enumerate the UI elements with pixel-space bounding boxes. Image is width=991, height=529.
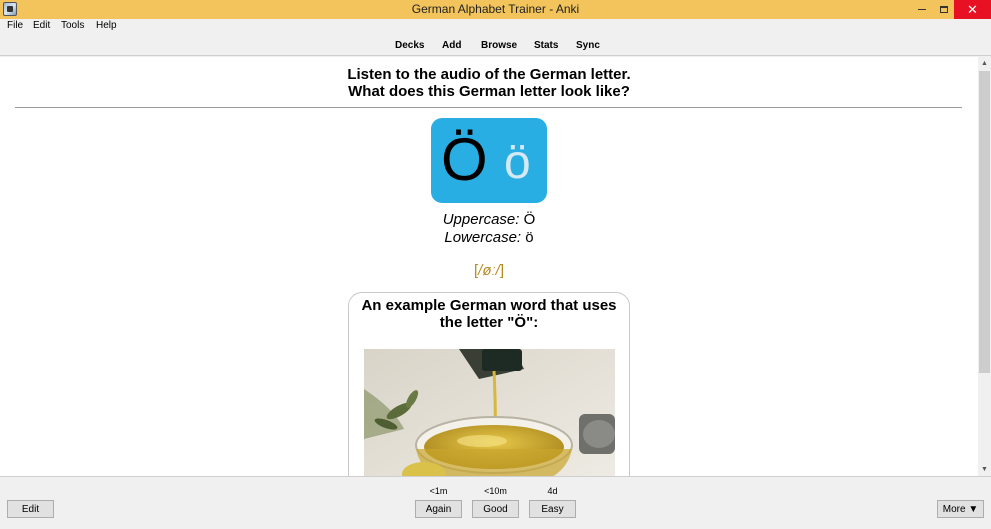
more-button[interactable]: More ▼: [937, 500, 984, 518]
again-button[interactable]: Again: [415, 500, 462, 518]
example-photo: [364, 349, 615, 476]
scroll-up-icon[interactable]: ▲: [978, 57, 991, 70]
toolbar-browse[interactable]: Browse: [481, 40, 517, 51]
ipa-close-bracket: ]: [499, 262, 504, 279]
lowercase-glyph: ö: [504, 136, 531, 189]
menu-tools[interactable]: Tools: [61, 20, 84, 31]
ipa-transcription: /øː/: [478, 262, 500, 279]
easy-button[interactable]: Easy: [529, 500, 576, 518]
olive-oil-photo: [364, 349, 615, 476]
restore-icon: [940, 6, 948, 13]
window-title: German Alphabet Trainer - Anki: [411, 2, 580, 16]
letter-image: Ö ö: [431, 118, 547, 203]
title-bar: German Alphabet Trainer - Anki ✕: [0, 0, 991, 19]
scroll-thumb[interactable]: [979, 71, 990, 373]
answer-divider: [15, 107, 962, 108]
minimize-icon: [918, 9, 926, 10]
lowercase-label: Lowercase:: [444, 229, 522, 246]
uppercase-value: Ö: [523, 211, 536, 228]
menu-edit[interactable]: Edit: [33, 20, 50, 31]
card-view: Listen to the audio of the German letter…: [0, 57, 978, 476]
menu-file[interactable]: File: [7, 20, 23, 31]
good-button[interactable]: Good: [472, 500, 519, 518]
good-interval: <10m: [484, 486, 507, 496]
uppercase-label: Uppercase:: [442, 211, 520, 228]
close-button[interactable]: ✕: [954, 0, 991, 19]
example-title: An example German word that uses the let…: [361, 297, 617, 331]
edit-button[interactable]: Edit: [7, 500, 54, 518]
main-toolbar: Decks Add Browse Stats Sync: [0, 34, 991, 56]
pronunciation: [/øː/]: [0, 262, 978, 279]
review-bottom-bar: Edit <1m Again <10m Good 4d Easy More ▼: [0, 476, 991, 529]
toolbar-add[interactable]: Add: [442, 40, 461, 51]
example-word-box: An example German word that uses the let…: [348, 292, 630, 476]
question-line-1: Listen to the audio of the German letter…: [347, 66, 631, 83]
again-interval: <1m: [429, 486, 448, 496]
uppercase-line: Uppercase: Ö: [0, 211, 978, 229]
toolbar-stats[interactable]: Stats: [534, 40, 558, 51]
menu-bar: File Edit Tools Help: [0, 19, 991, 34]
uppercase-glyph: Ö: [441, 126, 488, 193]
toolbar-sync[interactable]: Sync: [576, 40, 600, 51]
anki-window: German Alphabet Trainer - Anki ✕ File Ed…: [0, 0, 991, 529]
easy-interval: 4d: [547, 486, 558, 496]
menu-help[interactable]: Help: [96, 20, 117, 31]
close-icon: ✕: [967, 1, 978, 17]
scroll-down-icon[interactable]: ▼: [978, 463, 991, 476]
lowercase-value: ö: [525, 229, 534, 246]
lowercase-line: Lowercase: ö: [0, 229, 978, 247]
question-line-2: What does this German letter look like?: [348, 83, 630, 100]
vertical-scrollbar[interactable]: ▲ ▼: [978, 57, 991, 476]
toolbar-decks[interactable]: Decks: [395, 40, 424, 51]
